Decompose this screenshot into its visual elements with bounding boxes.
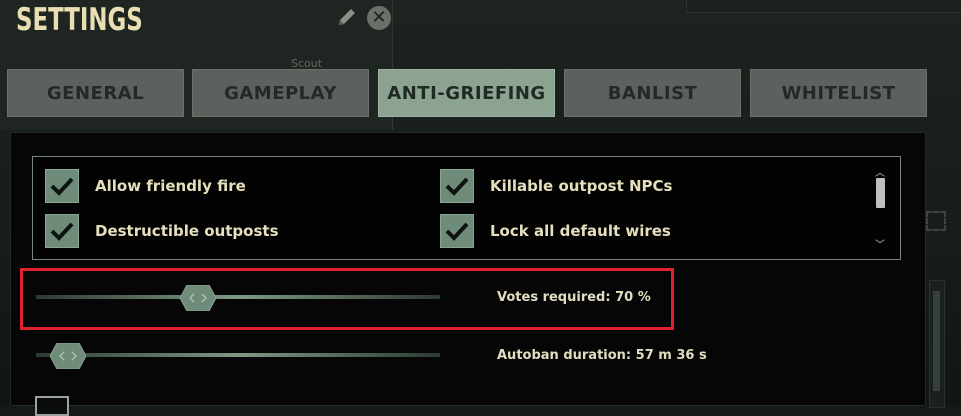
option-label: Lock all default wires (490, 222, 671, 240)
option-label: Killable outpost NPCs (490, 177, 673, 195)
tab-anti-griefing[interactable]: ANTI-GRIEFING (378, 69, 555, 117)
autoban-duration-label: Autoban duration: 57 m 36 s (497, 348, 707, 363)
checkbox-lock-all-default-wires[interactable] (440, 214, 474, 248)
options-scrollbar[interactable]: ︿ ﹀ (874, 164, 888, 251)
close-icon[interactable]: ✕ (367, 6, 391, 30)
checkmark-icon (445, 222, 469, 241)
checkmark-icon (445, 177, 469, 196)
checkbox-partial[interactable] (35, 396, 69, 416)
tab-whitelist[interactable]: WHITELIST (750, 69, 927, 117)
chevron-up-icon[interactable]: ︿ (875, 164, 885, 179)
tab-banlist[interactable]: BANLIST (564, 69, 741, 117)
option-lock-all-default-wires[interactable]: Lock all default wires (440, 214, 671, 248)
background-scrollbar (929, 280, 945, 408)
option-label: Allow friendly fire (95, 177, 246, 195)
option-label: Destructible outposts (95, 222, 279, 240)
checkmark-icon (50, 177, 74, 196)
settings-title: SETTINGS (16, 2, 143, 38)
slider-handle-icon[interactable] (50, 343, 87, 369)
chevron-down-icon[interactable]: ﹀ (875, 236, 885, 251)
autoban-duration-slider-track[interactable] (36, 353, 440, 357)
background-panel-right (686, 0, 961, 13)
checkbox-destructible-outposts[interactable] (45, 214, 79, 248)
scrollbar-thumb[interactable] (876, 178, 885, 208)
tab-gameplay[interactable]: GAMEPLAY (192, 69, 369, 117)
checkbox-allow-friendly-fire[interactable] (45, 169, 79, 203)
option-killable-outpost-npcs[interactable]: Killable outpost NPCs (440, 169, 672, 203)
checkbox-killable-outpost-npcs[interactable] (440, 169, 474, 203)
checkmark-icon (50, 222, 74, 241)
highlight-annotation (20, 268, 674, 330)
tab-general[interactable]: GENERAL (7, 69, 184, 117)
option-allow-friendly-fire[interactable]: Allow friendly fire (45, 169, 246, 203)
option-destructible-outposts[interactable]: Destructible outposts (45, 214, 279, 248)
pencil-icon[interactable] (336, 6, 358, 28)
expand-icon (926, 211, 946, 231)
